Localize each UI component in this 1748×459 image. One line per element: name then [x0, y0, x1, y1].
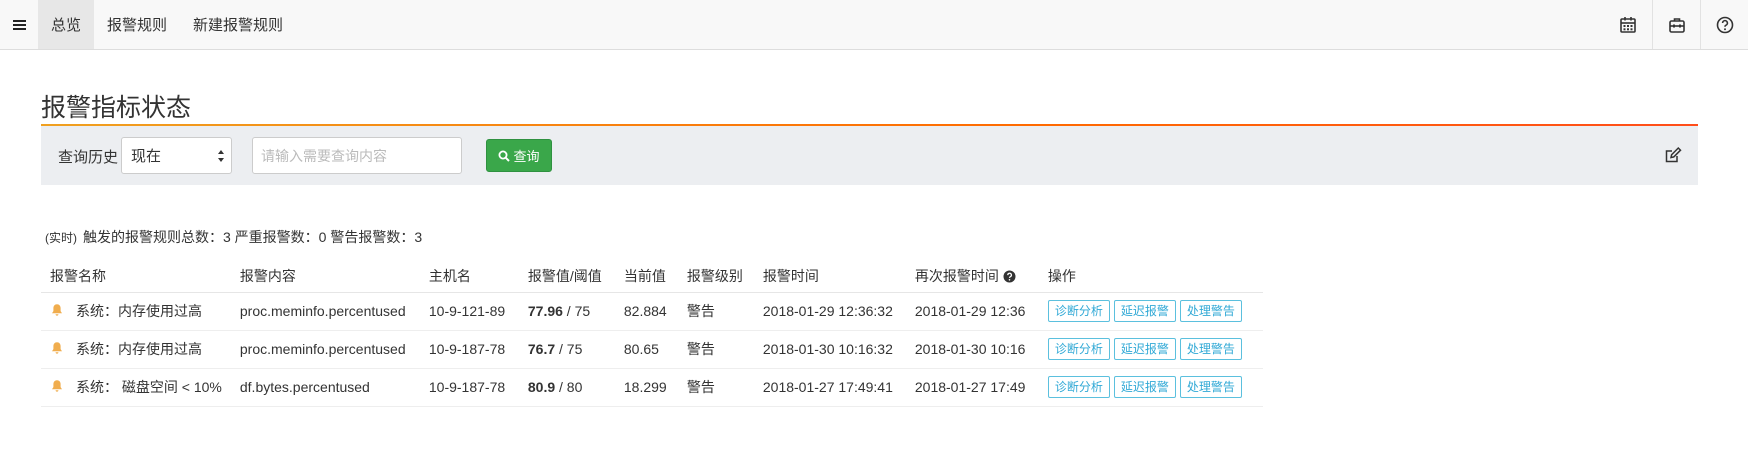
alarm-level: 警告: [677, 330, 754, 369]
alarm-value: 77.96: [527, 303, 563, 319]
current-value: 82.884: [614, 292, 678, 331]
realtime-tag: (实时): [45, 231, 77, 245]
col-hostname: 主机名: [419, 260, 519, 293]
realarm-header-label: 再次报警时间: [914, 267, 999, 284]
select-arrows-icon: [218, 150, 224, 162]
search-button-label: 查询: [513, 149, 540, 164]
value-threshold: 76.7 / 75: [518, 330, 615, 369]
col-alarm-name: 报警名称: [41, 260, 231, 293]
handle-warning-button[interactable]: 处理警告: [1179, 300, 1242, 322]
col-alarm-time: 报警时间: [753, 260, 906, 293]
tab-overview[interactable]: 总览: [38, 0, 95, 49]
col-alarm-content: 报警内容: [230, 260, 420, 293]
alarm-level: 警告: [677, 368, 754, 407]
actions-cell: 诊断分析 延迟报警 处理警告: [1038, 292, 1263, 331]
alarm-name-cell: 系统： 磁盘空间 < 10%: [41, 368, 231, 407]
current-value: 80.65: [614, 330, 678, 369]
threshold: / 80: [555, 379, 583, 395]
query-history-label: 查询历史: [58, 149, 119, 166]
realarm-time: 2018-01-30 10:16: [905, 330, 1039, 369]
question-circle-icon[interactable]: [1003, 270, 1016, 283]
realarm-time: 2018-01-27 17:49: [905, 368, 1039, 407]
threshold: / 75: [562, 303, 591, 319]
query-bar: 查询历史 现在 查询: [41, 126, 1698, 185]
bell-icon: [52, 342, 62, 354]
value-threshold: 77.96 / 75: [518, 292, 615, 331]
alarm-time: 2018-01-29 12:36:32: [753, 292, 906, 331]
calendar-icon[interactable]: [1604, 0, 1652, 49]
menu-toggle-icon[interactable]: [0, 0, 38, 49]
bell-icon: [52, 380, 62, 392]
history-select[interactable]: 现在: [121, 137, 232, 174]
table-row: 系统：内存使用过高 proc.meminfo.percentused 10-9-…: [41, 330, 1263, 369]
actions-cell: 诊断分析 延迟报警 处理警告: [1038, 330, 1263, 369]
alarm-value: 76.7: [527, 341, 556, 357]
navbar-right-tools: [1604, 0, 1748, 49]
realarm-time: 2018-01-29 12:36: [905, 292, 1039, 331]
summary-text: 触发的报警规则总数：3 严重报警数：0 警告报警数：3: [83, 229, 423, 245]
col-actions: 操作: [1038, 260, 1263, 293]
delay-alarm-button[interactable]: 延迟报警: [1113, 338, 1176, 360]
search-icon: [498, 150, 511, 162]
hostname: 10-9-121-89: [419, 292, 519, 331]
delay-alarm-button[interactable]: 延迟报警: [1113, 376, 1176, 398]
bell-icon: [52, 304, 62, 316]
search-input[interactable]: [252, 137, 462, 174]
alarm-content: df.bytes.percentused: [230, 368, 420, 407]
col-value-threshold: 报警值/阈值: [518, 260, 615, 293]
current-value: 18.299: [614, 368, 678, 407]
alarm-time: 2018-01-30 10:16:32: [753, 330, 906, 369]
diagnose-button[interactable]: 诊断分析: [1047, 300, 1110, 322]
col-current-value: 当前值: [614, 260, 678, 293]
top-navbar: 总览 报警规则 新建报警规则: [0, 0, 1748, 50]
col-realarm-time: 再次报警时间: [905, 260, 1039, 293]
value-threshold: 80.9 / 80: [518, 368, 615, 407]
alarm-content: proc.meminfo.percentused: [230, 292, 420, 331]
page-title: 报警指标状态: [41, 94, 192, 122]
actions-cell: 诊断分析 延迟报警 处理警告: [1038, 368, 1263, 407]
handle-warning-button[interactable]: 处理警告: [1179, 376, 1242, 398]
alarm-name-cell: 系统：内存使用过高: [41, 330, 231, 369]
alarm-value: 80.9: [527, 379, 556, 395]
hostname: 10-9-187-78: [419, 330, 519, 369]
threshold: / 75: [555, 341, 583, 357]
table-header-row: 报警名称 报警内容 主机名 报警值/阈值 当前值 报警级别 报警时间 再次报警时…: [41, 260, 1263, 293]
alarm-content: proc.meminfo.percentused: [230, 330, 420, 369]
tab-new-alarm-rule[interactable]: 新建报警规则: [180, 0, 296, 49]
handle-warning-button[interactable]: 处理警告: [1179, 338, 1242, 360]
alarm-summary: (实时) 触发的报警规则总数：3 严重报警数：0 警告报警数：3: [45, 227, 422, 247]
help-icon[interactable]: [1700, 0, 1748, 49]
table-row: 系统：内存使用过高 proc.meminfo.percentused 10-9-…: [41, 292, 1263, 331]
tab-alarm-rules[interactable]: 报警规则: [94, 0, 180, 49]
alarm-name: 系统：内存使用过高: [76, 341, 202, 357]
diagnose-button[interactable]: 诊断分析: [1047, 376, 1110, 398]
alarm-name-cell: 系统：内存使用过高: [41, 292, 231, 331]
alarm-name: 系统：内存使用过高: [76, 303, 202, 319]
alarm-level: 警告: [677, 292, 754, 331]
search-button[interactable]: 查询: [486, 139, 552, 172]
col-alarm-level: 报警级别: [677, 260, 754, 293]
toolbox-icon[interactable]: [1652, 0, 1700, 49]
delay-alarm-button[interactable]: 延迟报警: [1113, 300, 1176, 322]
hostname: 10-9-187-78: [419, 368, 519, 407]
diagnose-button[interactable]: 诊断分析: [1047, 338, 1110, 360]
alarm-name: 系统： 磁盘空间 < 10%: [76, 379, 222, 395]
alarm-table: 报警名称 报警内容 主机名 报警值/阈值 当前值 报警级别 报警时间 再次报警时…: [41, 260, 1263, 407]
alarm-time: 2018-01-27 17:49:41: [753, 368, 906, 407]
edit-icon[interactable]: [1664, 146, 1682, 164]
history-select-value: 现在: [131, 148, 162, 165]
table-row: 系统： 磁盘空间 < 10% df.bytes.percentused 10-9…: [41, 368, 1263, 407]
